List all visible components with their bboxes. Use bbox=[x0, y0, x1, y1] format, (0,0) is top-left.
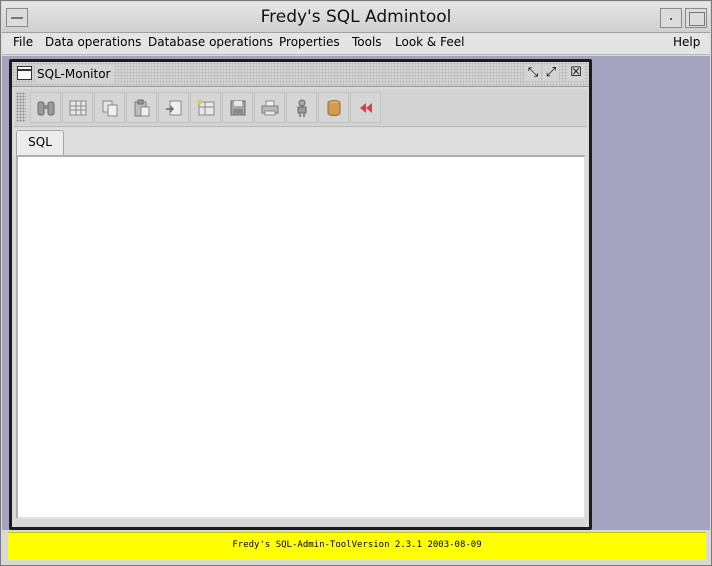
import-icon[interactable] bbox=[158, 92, 189, 123]
tab-sql[interactable]: SQL bbox=[16, 130, 64, 155]
maximize-window-button[interactable] bbox=[685, 8, 707, 28]
toolbar-grip[interactable] bbox=[16, 92, 26, 122]
sql-content-area[interactable] bbox=[16, 155, 586, 519]
sql-monitor-frame: SQL-Monitor ⤡ ⤢ ☒ SQL bbox=[9, 59, 592, 530]
minimize-window-button[interactable] bbox=[660, 8, 682, 28]
window-icon bbox=[17, 66, 32, 80]
toolbar bbox=[14, 89, 587, 127]
back-arrows-icon[interactable] bbox=[350, 92, 381, 123]
menu-look-and-feel[interactable]: Look & Feel bbox=[393, 35, 466, 49]
database-icon[interactable] bbox=[318, 92, 349, 123]
window-title: Fredy's SQL Admintool bbox=[260, 7, 452, 27]
print-icon[interactable] bbox=[254, 92, 285, 123]
tab-bar: SQL bbox=[14, 128, 587, 155]
menu-data-operations[interactable]: Data operations bbox=[43, 35, 143, 49]
save-icon[interactable] bbox=[222, 92, 253, 123]
menu-file[interactable]: File bbox=[11, 35, 35, 49]
menu-bar: File Data operations Database operations… bbox=[2, 33, 710, 55]
status-bar: Fredy's SQL-Admin-ToolVersion 2.3.1 2003… bbox=[8, 532, 706, 560]
menu-tools[interactable]: Tools bbox=[350, 35, 384, 49]
sql-monitor-title-bar[interactable]: SQL-Monitor ⤡ ⤢ ☒ bbox=[12, 62, 589, 87]
copy-icon[interactable] bbox=[94, 92, 125, 123]
binoculars-icon[interactable] bbox=[30, 92, 61, 123]
menu-database-operations[interactable]: Database operations bbox=[146, 35, 275, 49]
table-icon[interactable] bbox=[62, 92, 93, 123]
user-icon[interactable] bbox=[286, 92, 317, 123]
close-icon[interactable]: ☒ bbox=[568, 65, 584, 81]
menu-help[interactable]: Help bbox=[671, 35, 702, 49]
iconify-icon[interactable]: ⤡ bbox=[525, 65, 541, 81]
menu-properties[interactable]: Properties bbox=[277, 35, 342, 49]
status-text: Fredy's SQL-Admin-ToolVersion 2.3.1 2003… bbox=[232, 540, 482, 550]
paste-icon[interactable] bbox=[126, 92, 157, 123]
sql-monitor-title: SQL-Monitor bbox=[35, 65, 115, 83]
new-table-icon[interactable] bbox=[190, 92, 221, 123]
maximize-icon[interactable]: ⤢ bbox=[543, 65, 559, 81]
title-bar[interactable]: Fredy's SQL Admintool bbox=[2, 2, 710, 33]
